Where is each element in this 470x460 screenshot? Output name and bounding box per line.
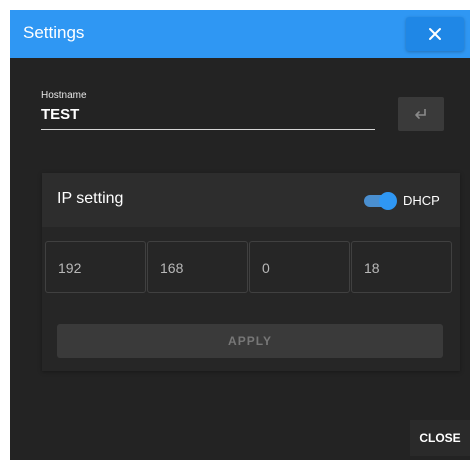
- ip-octet-1-input[interactable]: 192: [45, 241, 146, 293]
- dialog-titlebar: Settings: [10, 10, 470, 58]
- dhcp-toggle-thumb: [379, 192, 397, 210]
- ip-octet-4-input[interactable]: 18: [351, 241, 452, 293]
- apply-button[interactable]: APPLY: [57, 324, 443, 358]
- hostname-label: Hostname: [41, 90, 87, 101]
- close-button[interactable]: CLOSE: [410, 420, 470, 456]
- dhcp-label: DHCP: [403, 193, 440, 208]
- hostname-submit-button[interactable]: [398, 97, 444, 131]
- settings-dialog: Settings Hostname TEST IP setting DHCP 1…: [10, 10, 470, 460]
- dialog-title: Settings: [23, 23, 85, 42]
- ip-setting-header: IP setting DHCP: [42, 173, 460, 227]
- ip-address-fields: 192 168 0 18: [45, 241, 457, 297]
- close-icon: [429, 28, 441, 40]
- ip-setting-card: IP setting DHCP 192 168 0 18 APPLY: [42, 173, 460, 371]
- ip-octet-2-input[interactable]: 168: [147, 241, 248, 293]
- dialog-close-button[interactable]: [406, 17, 464, 51]
- ip-octet-3-input[interactable]: 0: [249, 241, 350, 293]
- hostname-input[interactable]: TEST: [41, 105, 375, 130]
- ip-setting-title: IP setting: [57, 190, 124, 207]
- enter-return-icon: [415, 109, 426, 119]
- dhcp-toggle[interactable]: [362, 191, 398, 211]
